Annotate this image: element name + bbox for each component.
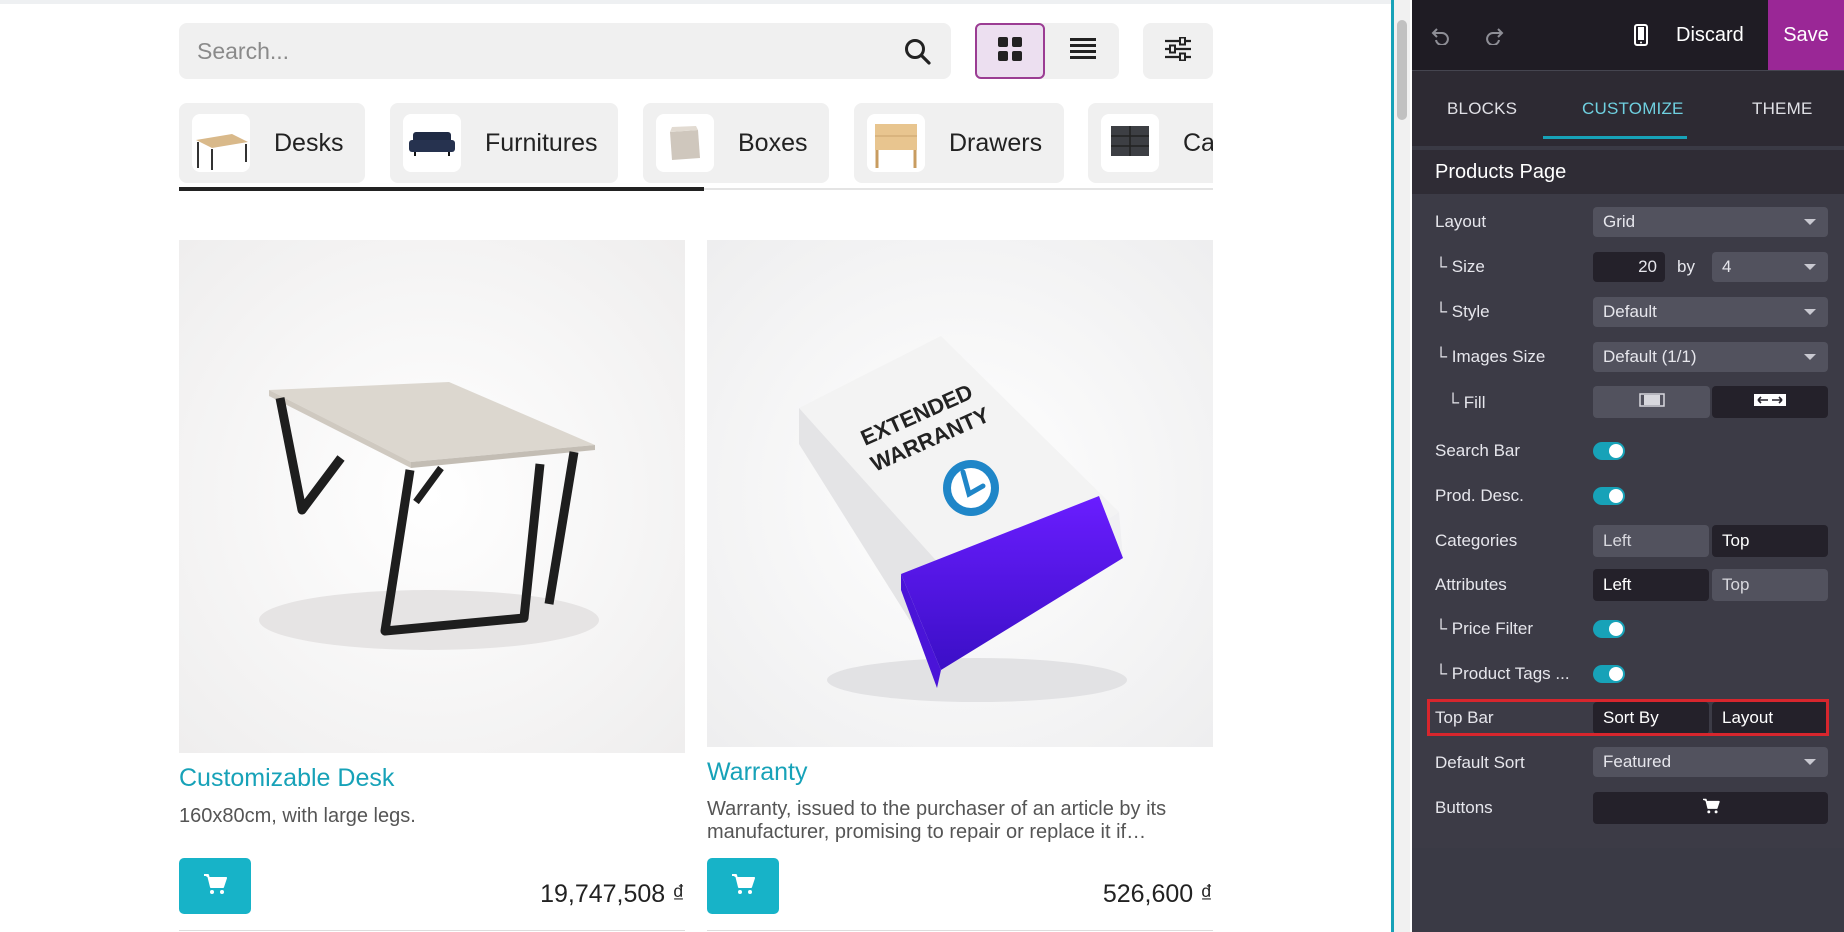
image-fill-icon <box>1753 392 1787 412</box>
images-size-select[interactable]: Default (1/1) <box>1593 342 1828 372</box>
category-label: Drawers <box>949 128 1043 157</box>
option-label: Buttons <box>1435 798 1493 817</box>
by-label: by <box>1677 257 1695 276</box>
option-label: └ Size <box>1435 257 1485 276</box>
add-to-cart-button[interactable] <box>179 858 251 914</box>
scrollbar-thumb[interactable] <box>1397 20 1407 120</box>
drawer-thumbnail <box>867 114 925 172</box>
undo-icon[interactable] <box>1426 20 1456 50</box>
category-label: Ca <box>1183 128 1213 157</box>
search-icon[interactable] <box>903 37 933 67</box>
editor-toolbar: Discard Save <box>1412 0 1844 70</box>
buttons-cart-option[interactable] <box>1593 792 1828 824</box>
add-to-cart-button[interactable] <box>707 858 779 914</box>
option-label: Search Bar <box>1435 441 1521 460</box>
grid-icon <box>997 36 1023 67</box>
editor-tabs: BLOCKS CUSTOMIZE THEME <box>1412 70 1844 146</box>
product-description-toggle[interactable] <box>1593 487 1625 505</box>
cabinet-thumbnail <box>1101 114 1159 172</box>
option-label: Default Sort <box>1435 753 1525 772</box>
active-tab-indicator <box>1543 136 1687 139</box>
website-preview: Desks Furnitures Boxes Drawers <box>0 0 1394 932</box>
sliders-icon <box>1165 36 1191 66</box>
select-value: 4 <box>1722 257 1732 276</box>
image-contain-icon <box>1638 392 1665 412</box>
grid-size-input[interactable] <box>1593 252 1665 282</box>
category-label: Desks <box>274 128 344 157</box>
category-boxes[interactable]: Boxes <box>643 103 829 183</box>
product-title-link[interactable]: Warranty <box>707 758 807 787</box>
section-title: Products Page <box>1412 150 1844 194</box>
default-sort-select[interactable]: Featured <box>1593 747 1828 777</box>
product-price: 526,600 ₫ <box>1102 880 1213 908</box>
category-label: Furnitures <box>485 128 598 157</box>
product-image[interactable] <box>179 240 685 753</box>
save-button[interactable]: Save <box>1768 0 1844 70</box>
search-bar <box>179 23 951 79</box>
sofa-thumbnail <box>403 114 461 172</box>
option-label: Categories <box>1435 531 1518 550</box>
discard-button[interactable]: Discard <box>1676 0 1744 70</box>
category-carousel: Desks Furnitures Boxes Drawers Ca <box>179 103 1213 193</box>
carousel-progress-bar <box>179 187 704 191</box>
search-bar-toggle[interactable] <box>1593 442 1625 460</box>
select-value: Grid <box>1603 212 1636 231</box>
option-label: └ Fill <box>1447 393 1486 412</box>
layout-select[interactable]: Grid <box>1593 207 1828 237</box>
fill-contain-button[interactable] <box>1593 386 1710 418</box>
product-price: 19,747,508 ₫ <box>540 880 685 908</box>
view-mode-toggle <box>975 23 1119 79</box>
list-view-button[interactable] <box>1047 23 1119 79</box>
option-label: Attributes <box>1435 575 1507 594</box>
grid-view-button[interactable] <box>975 23 1045 79</box>
option-label: Layout <box>1435 212 1487 231</box>
category-drawers[interactable]: Drawers <box>854 103 1064 183</box>
category-desks[interactable]: Desks <box>179 103 365 183</box>
select-value: Featured <box>1603 752 1672 771</box>
columns-select[interactable]: 4 <box>1712 252 1828 282</box>
product-description: Warranty, issued to the purchaser of an … <box>707 798 1167 843</box>
desk-thumbnail <box>192 114 250 172</box>
product-title-link[interactable]: Customizable Desk <box>179 764 394 793</box>
option-label: └ Price Filter <box>1435 619 1533 638</box>
tab-theme[interactable]: THEME <box>1752 71 1813 147</box>
redo-icon[interactable] <box>1479 20 1509 50</box>
mobile-preview-icon[interactable] <box>1626 20 1656 50</box>
category-furnitures[interactable]: Furnitures <box>390 103 618 183</box>
option-label: Prod. Desc. <box>1435 486 1524 505</box>
box-thumbnail <box>656 114 714 172</box>
fill-cover-button[interactable] <box>1712 386 1828 418</box>
style-select[interactable]: Default <box>1593 297 1828 327</box>
top-bar-highlight-box <box>1427 699 1829 736</box>
search-input[interactable] <box>197 23 877 79</box>
cart-icon <box>203 873 227 900</box>
category-label: Boxes <box>738 128 808 157</box>
product-tags-toggle[interactable] <box>1593 665 1625 683</box>
product-description: 160x80cm, with large legs. <box>179 805 416 827</box>
website-editor-panel: Discard Save BLOCKS CUSTOMIZE THEME Prod… <box>1412 0 1844 932</box>
attributes-left-button[interactable]: Left <box>1593 569 1709 601</box>
customize-options: Layout Grid └ Size by 4 └ Style Default … <box>1412 194 1844 848</box>
preview-scrollbar[interactable] <box>1394 0 1410 932</box>
cart-icon <box>1702 798 1720 819</box>
categories-left-button[interactable]: Left <box>1593 525 1709 557</box>
categories-top-button[interactable]: Top <box>1712 525 1828 557</box>
option-label: └ Style <box>1435 302 1490 321</box>
price-filter-toggle[interactable] <box>1593 620 1625 638</box>
select-value: Default (1/1) <box>1603 347 1697 366</box>
product-image[interactable]: EXTENDED WARRANTY <box>707 240 1213 747</box>
filter-options-button[interactable] <box>1143 23 1213 79</box>
category-cabinets[interactable]: Ca <box>1088 103 1213 183</box>
cart-icon <box>731 873 755 900</box>
tab-blocks[interactable]: BLOCKS <box>1447 71 1517 147</box>
list-icon <box>1070 37 1096 65</box>
option-label: └ Product Tags ... <box>1435 664 1570 683</box>
select-value: Default <box>1603 302 1657 321</box>
attributes-top-button[interactable]: Top <box>1712 569 1828 601</box>
option-label: └ Images Size <box>1435 347 1546 366</box>
